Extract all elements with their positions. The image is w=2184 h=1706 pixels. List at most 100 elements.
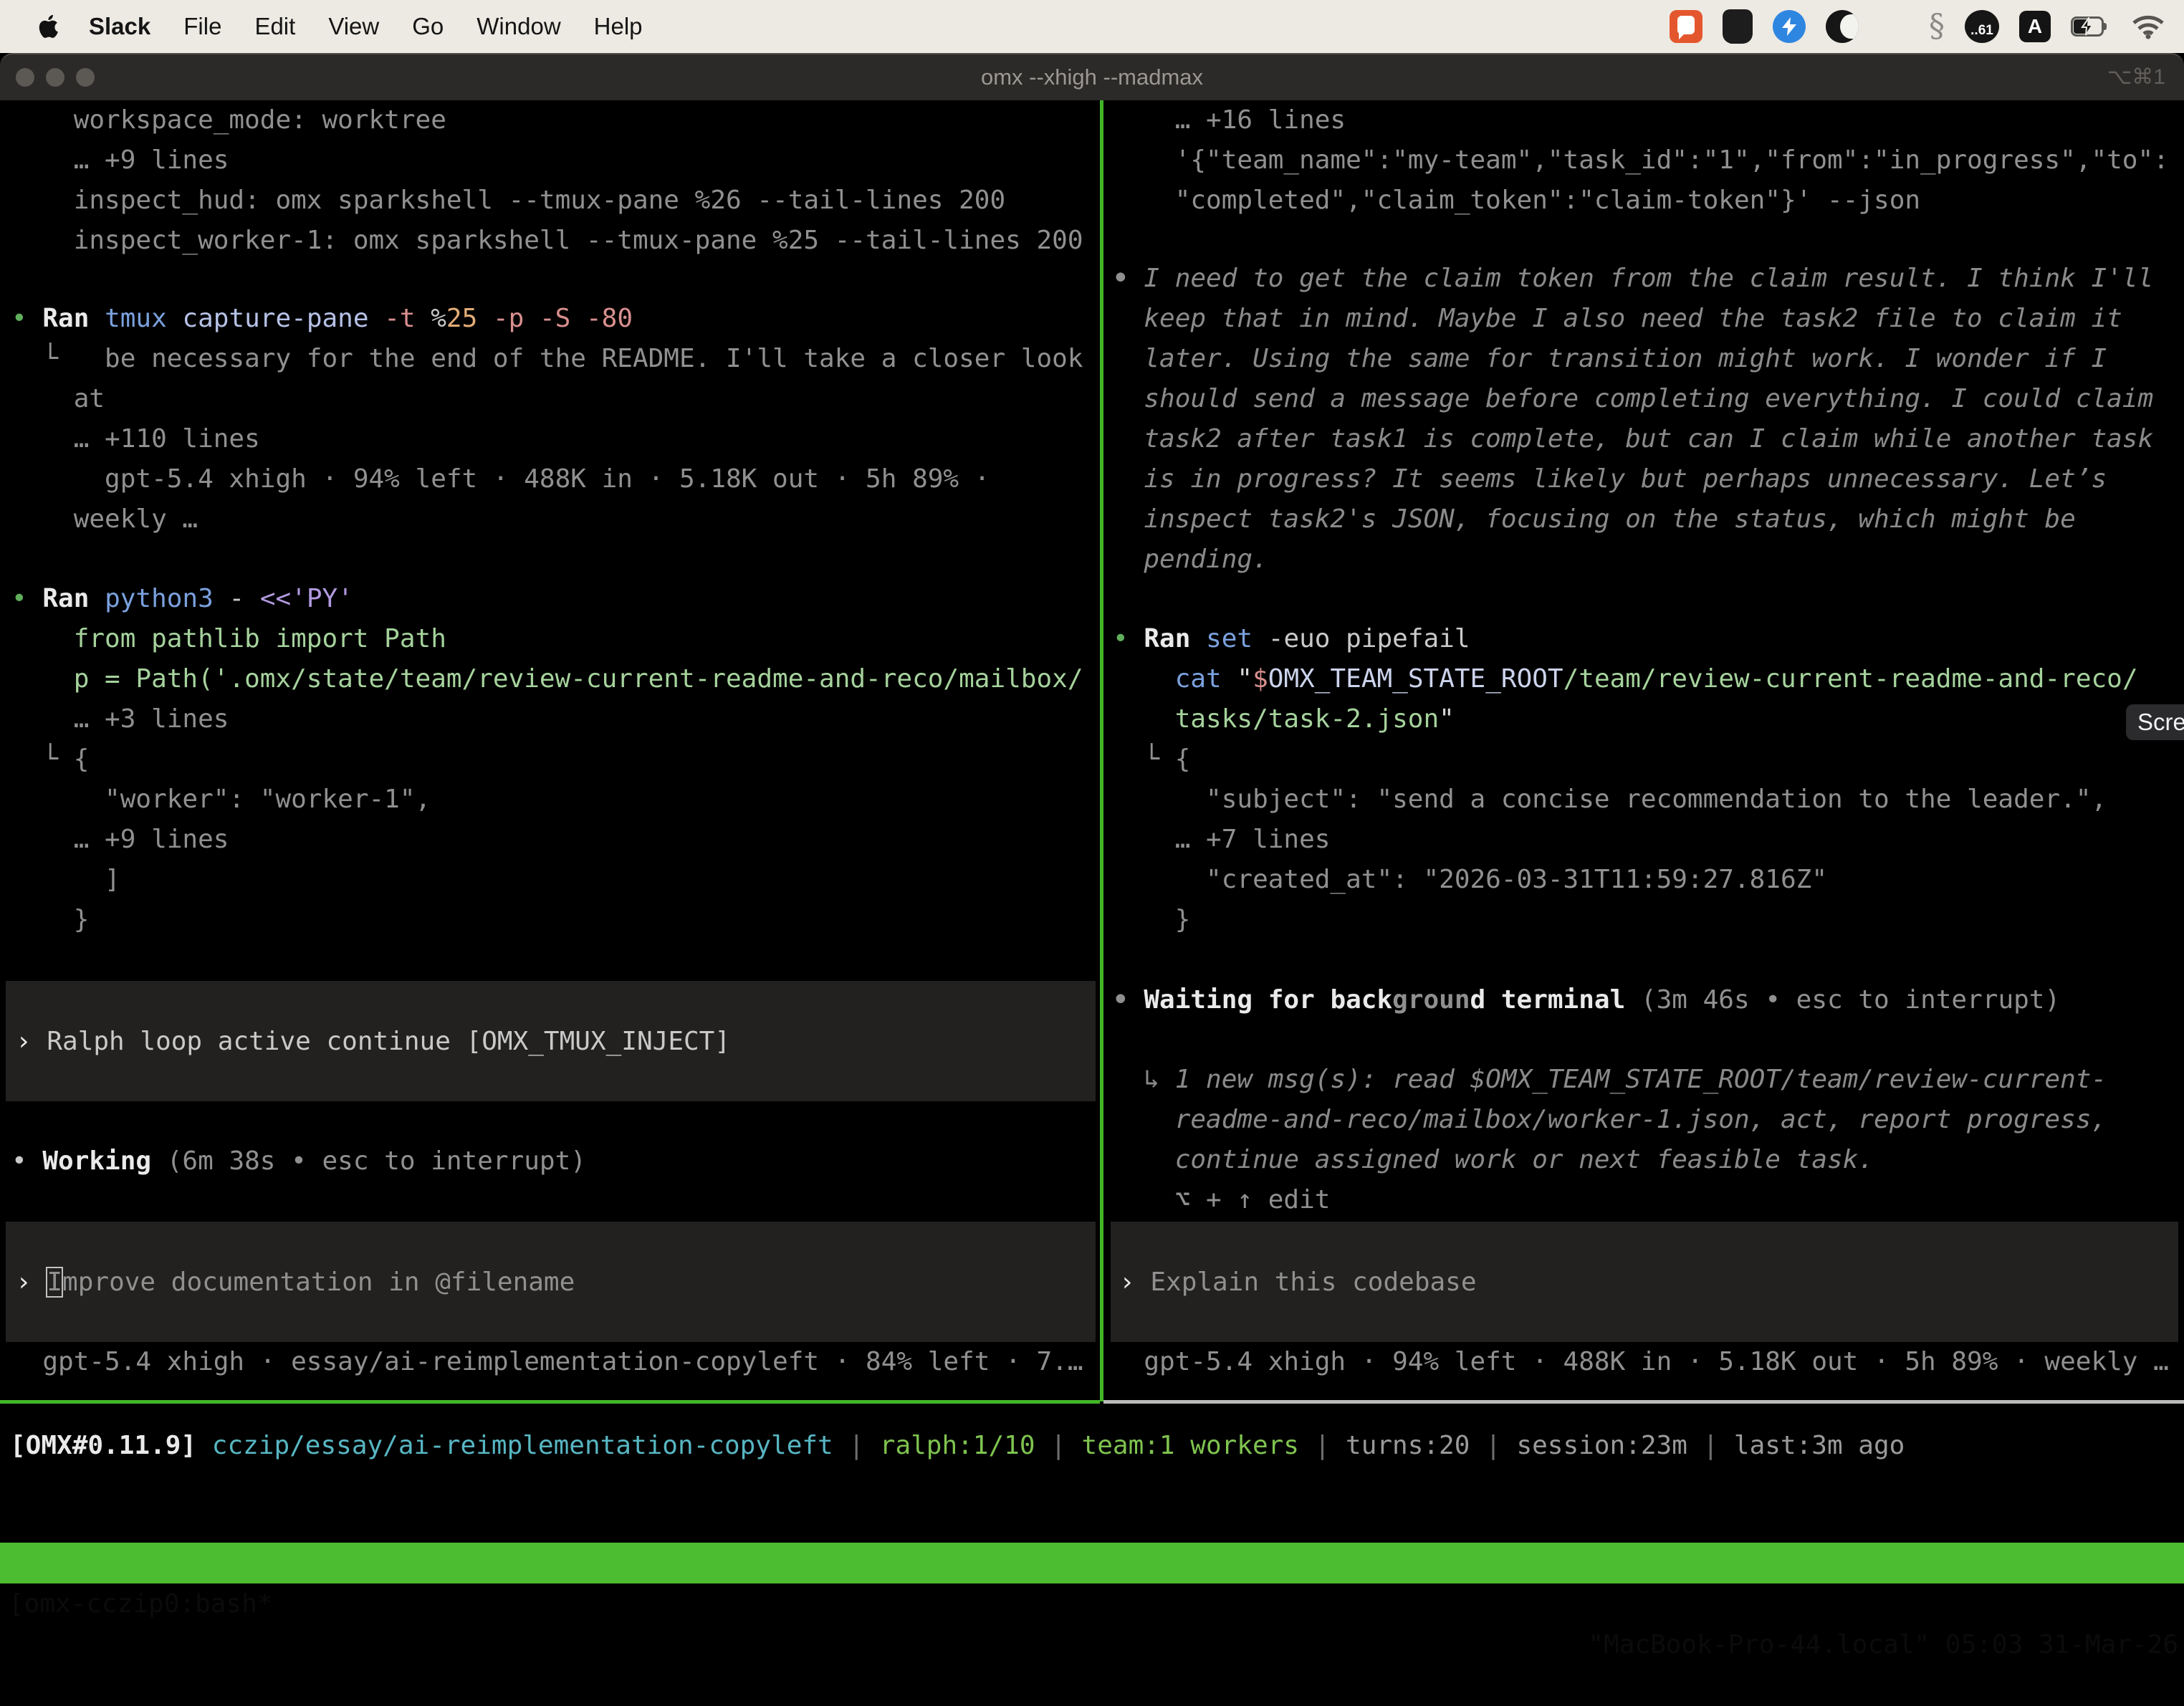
output-line: └ be necessary for the end of the README… — [11, 339, 1101, 379]
edit-hint: ⌥ + ↑ edit — [1113, 1180, 2184, 1220]
cat-output-lines: └ { "subject": "send a concise recommend… — [1113, 739, 2184, 940]
output-line: "worker": "worker-1", — [11, 780, 1101, 820]
tmux-host-clock: "MacBook-Pro-44.local" 05:03 31-Mar-26 — [1588, 1624, 2178, 1665]
prompt-chevron: › — [1119, 1267, 1150, 1297]
output-line: weekly … — [11, 499, 1101, 540]
output-line: } — [1113, 900, 2184, 940]
window-title: omx --xhigh --madmax — [0, 54, 2184, 100]
menu-go[interactable]: Go — [412, 13, 444, 40]
output-line: inspect_hud: omx sparkshell --tmux-pane … — [11, 181, 1101, 221]
message-line: continue assigned work or next feasible … — [1113, 1140, 2184, 1180]
output-line: gpt-5.4 xhigh · 94% left · 488K in · 5.1… — [11, 459, 1101, 499]
model-status-line: gpt-5.4 xhigh · 94% left · 488K in · 5.1… — [1113, 1342, 2184, 1382]
output-line: workspace_mode: worktree — [11, 100, 1101, 140]
pane-leader: workspace_mode: worktree … +9 lines insp… — [0, 100, 1101, 1401]
menu-edit[interactable]: Edit — [254, 13, 295, 40]
code-line: from pathlib import Path — [11, 619, 1101, 659]
input-placeholder: Explain this codebase — [1150, 1267, 1476, 1297]
screen-recording-icon[interactable] — [1670, 10, 1702, 43]
ran-tmux-line: • Ran tmux capture-pane -t %25 -p -S -80 — [11, 299, 1101, 339]
ran-cat-block: • Ran set -euo pipefail cat "$OMX_TEAM_S… — [1113, 619, 2184, 940]
ran-tmux-block: • Ran tmux capture-pane -t %25 -p -S -80… — [11, 299, 1101, 540]
thinking-block: • I need to get the claim token from the… — [1113, 259, 2184, 580]
working-status: • Working (6m 38s • esc to interrupt) — [11, 1141, 1101, 1182]
wifi-icon[interactable] — [2131, 14, 2165, 39]
separator: | — [1703, 1431, 1734, 1460]
model-status-line: gpt-5.4 xhigh · essay/ai-reimplementatio… — [11, 1342, 1101, 1382]
output-line: } — [11, 900, 1101, 940]
input-source-icon[interactable]: A — [2019, 11, 2051, 42]
battery-icon[interactable] — [2071, 16, 2111, 37]
prompt-chevron: › — [16, 1267, 47, 1297]
omx-project: cczip/essay/ai-reimplementation-copyleft — [212, 1431, 849, 1460]
prompt-input-left[interactable]: › Improve documentation in @filename — [6, 1222, 1096, 1342]
output-line: … +7 lines — [1113, 820, 2184, 860]
menu-window[interactable]: Window — [476, 13, 560, 40]
menu-file[interactable]: File — [183, 13, 221, 40]
thinking-line: • I need to get the claim token from the… — [1113, 259, 2184, 299]
output-lines: └ be necessary for the end of the README… — [11, 339, 1101, 540]
model-status-block: gpt-5.4 xhigh · essay/ai-reimplementatio… — [11, 1342, 1101, 1382]
prompt-input-right[interactable]: › Explain this codebase — [1111, 1222, 2178, 1342]
ran-set-line: • Ran set -euo pipefail — [1113, 619, 2184, 659]
output-line: └ { — [1113, 739, 2184, 780]
thinking-lines: keep that in mind. Maybe I also need the… — [1113, 299, 2184, 580]
omx-status-bar: [OMX#0.11.9] cczip/essay/ai-reimplementa… — [10, 1426, 1905, 1466]
apple-menu-icon[interactable] — [37, 14, 59, 39]
thinking-line: should send a message before completing … — [1113, 379, 2184, 419]
squiggle-icon[interactable]: § — [1929, 10, 1945, 43]
cat-command-line2: tasks/task-2.json" — [1113, 699, 2184, 739]
thinking-line: pending. — [1113, 540, 2184, 580]
omx-turns: turns:20 — [1346, 1431, 1485, 1460]
status-icons: § ..61 A — [1670, 9, 2165, 44]
menu-view[interactable]: View — [328, 13, 379, 40]
ralph-loop-banner: › Ralph loop active continue [OMX_TMUX_I… — [6, 981, 1096, 1101]
text-cursor: I — [47, 1267, 62, 1297]
tmux-status-bar: [omx-cczip0:bash* "MacBook-Pro-44.local"… — [0, 1543, 2184, 1583]
thinking-line: task2 after task1 is complete, but can I… — [1113, 419, 2184, 459]
pane-border-bottom-right — [1103, 1400, 2184, 1404]
window-shortcut: ⌥⌘1 — [2107, 54, 2165, 100]
waiting-status-block: • Waiting for background terminal (3m 46… — [1113, 980, 2184, 1020]
bolt-app-icon[interactable] — [1773, 10, 1806, 43]
pane-worker: … +16 lines '{"team_name":"my-team","tas… — [1104, 100, 2184, 1401]
pane-border-bottom-left — [0, 1400, 1100, 1404]
message-line: ↳ 1 new msg(s): read $OMX_TEAM_STATE_ROO… — [1113, 1060, 2184, 1100]
ran-python-line: • Ran python3 - <<'PY' — [11, 579, 1101, 619]
app-menu-slack[interactable]: Slack — [89, 13, 150, 40]
python-code-lines: from pathlib import Path p = Path('.omx/… — [11, 619, 1101, 699]
dots-grid-icon[interactable] — [1879, 11, 1909, 42]
output-line: "created_at": "2026-03-31T11:59:27.816Z" — [1113, 860, 2184, 900]
separator: | — [1050, 1431, 1081, 1460]
terminal-window: workspace_mode: worktree … +9 lines insp… — [0, 100, 2184, 1599]
separator: | — [1485, 1431, 1516, 1460]
omx-ralph: ralph:1/10 — [880, 1431, 1050, 1460]
timer-badge-icon[interactable]: ..61 — [1965, 10, 1999, 43]
menu-bar: Slack File Edit View Go Window Help § ..… — [0, 0, 2184, 53]
output-line: … +3 lines — [11, 699, 1101, 739]
output-line: ] — [11, 860, 1101, 900]
tmux-session-name[interactable]: [omx-cczip0:bash* — [9, 1583, 272, 1624]
working-status-block: • Working (6m 38s • esc to interrupt) — [11, 1141, 1101, 1182]
python-output-lines: … +3 lines └ { "worker": "worker-1", … +… — [11, 699, 1101, 940]
prompt-chevron: › — [16, 1027, 47, 1056]
thinking-line: later. Using the same for transition mig… — [1113, 339, 2184, 379]
thinking-line: is in progress? It seems likely but perh… — [1113, 459, 2184, 499]
pane-divider[interactable] — [1100, 100, 1103, 1401]
omx-last: last:3m ago — [1734, 1431, 1905, 1460]
output-line: '{"team_name":"my-team","task_id":"1","f… — [1113, 140, 2184, 181]
output-line: … +9 lines — [11, 820, 1101, 860]
output-line: … +9 lines — [11, 140, 1101, 181]
window-title-bar: omx --xhigh --madmax ⌥⌘1 — [0, 53, 2184, 100]
cat-command-line: cat "$OMX_TEAM_STATE_ROOT/team/review-cu… — [1113, 659, 2184, 699]
message-line: readme-and-reco/mailbox/worker-1.json, a… — [1113, 1100, 2184, 1140]
thinking-line: inspect task2's JSON, focusing on the st… — [1113, 499, 2184, 540]
separator: | — [848, 1431, 879, 1460]
separator: | — [1315, 1431, 1346, 1460]
screenshot-tooltip: Scre — [2126, 704, 2184, 740]
keypad-icon[interactable] — [1723, 9, 1753, 44]
mailbox-message-lines: ↳ 1 new msg(s): read $OMX_TEAM_STATE_ROO… — [1113, 1060, 2184, 1180]
waiting-status: • Waiting for background terminal (3m 46… — [1113, 980, 2184, 1020]
menu-help[interactable]: Help — [594, 13, 643, 40]
moon-icon[interactable] — [1826, 10, 1859, 43]
